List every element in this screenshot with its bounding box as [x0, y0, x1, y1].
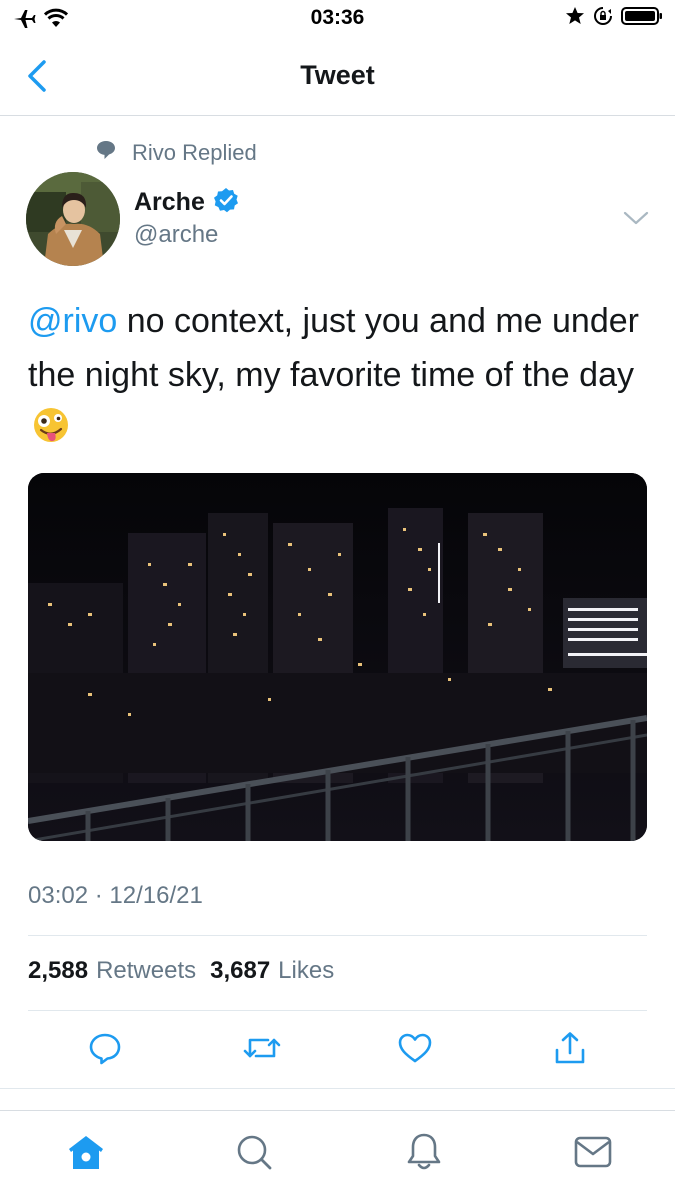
author-name-row[interactable]: Arche: [134, 187, 239, 218]
tab-search[interactable]: [232, 1133, 276, 1175]
divider: [28, 935, 647, 936]
star-icon: [565, 6, 585, 31]
share-icon: [552, 1030, 588, 1071]
retweet-icon: [242, 1030, 282, 1071]
page-title: Tweet: [300, 60, 375, 90]
tweet-time: 03:02: [28, 882, 89, 909]
zany-face-emoji: [32, 406, 70, 460]
author-name: Arche: [134, 188, 205, 216]
tweet-timestamp: 03:02 · 12/16/21: [28, 882, 203, 910]
author-handle[interactable]: @arche: [134, 221, 218, 249]
divider: [0, 1088, 675, 1089]
divider: [28, 1010, 647, 1011]
battery-icon: [621, 6, 663, 31]
avatar[interactable]: [26, 172, 120, 266]
share-button[interactable]: [550, 1030, 590, 1070]
mention-link[interactable]: @rivo: [28, 302, 117, 340]
notifications-icon: [404, 1131, 444, 1178]
chevron-down-icon[interactable]: [622, 208, 650, 228]
speech-bubble-icon: [94, 138, 118, 167]
status-bar: 03:36: [0, 0, 675, 36]
reply-context-text: Rivo Replied: [132, 139, 257, 165]
tweet-date: 12/16/21: [109, 882, 203, 909]
tab-bar-divider: [0, 1110, 675, 1111]
reply-icon: [87, 1030, 123, 1071]
timestamp-separator: ·: [88, 882, 110, 909]
tab-home[interactable]: [64, 1133, 108, 1175]
tab-messages[interactable]: [571, 1133, 615, 1175]
reply-button[interactable]: [85, 1030, 125, 1070]
retweet-button[interactable]: [242, 1030, 282, 1070]
reply-context[interactable]: Rivo Replied: [94, 138, 257, 167]
likes-count[interactable]: 3,687: [210, 957, 270, 985]
tweet-stats: 2,588 Retweets 3,687 Likes: [28, 957, 340, 985]
navigation-bar: Tweet: [0, 36, 675, 116]
retweets-label[interactable]: Retweets: [96, 957, 196, 985]
likes-label[interactable]: Likes: [278, 957, 334, 985]
tweet-body: no context, just you and me under the ni…: [28, 302, 639, 394]
messages-icon: [573, 1134, 613, 1175]
home-icon: [65, 1132, 107, 1177]
tweet-text: @rivo no context, just you and me under …: [28, 294, 658, 460]
search-icon: [234, 1132, 274, 1177]
status-bar-right: [565, 6, 663, 31]
tweet-media-image[interactable]: [28, 473, 647, 841]
like-icon: [397, 1030, 433, 1071]
orientation-lock-icon: [593, 6, 613, 31]
like-button[interactable]: [395, 1030, 435, 1070]
retweets-count[interactable]: 2,588: [28, 957, 88, 985]
tab-notifications[interactable]: [402, 1133, 446, 1175]
verified-badge-icon: [213, 187, 239, 218]
